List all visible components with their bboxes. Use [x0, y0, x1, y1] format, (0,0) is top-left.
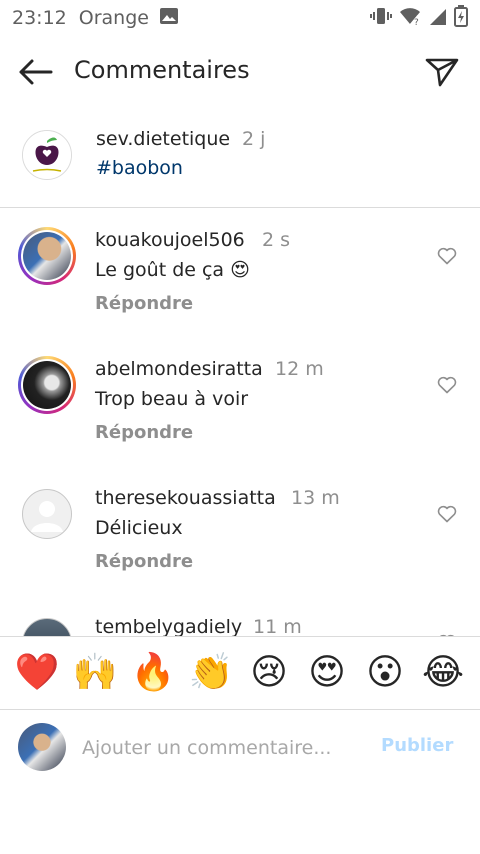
page-title: Commentaires	[74, 56, 250, 84]
status-bar: 23:12 Orange ?	[0, 0, 480, 36]
back-button[interactable]	[14, 52, 56, 92]
avatar[interactable]	[18, 356, 76, 414]
emoji-fire-button[interactable]: 🔥	[128, 655, 178, 691]
caption-time: 2 j	[242, 128, 266, 150]
svg-text:?: ?	[414, 18, 419, 26]
emoji-crying-button[interactable]: 😢	[244, 655, 294, 691]
comment-item: abelmondesiratta 12 m Trop beau à voir R…	[0, 338, 480, 467]
avatar[interactable]	[22, 130, 72, 180]
emoji-heart-eyes-button[interactable]: 😍	[302, 655, 352, 691]
avatar[interactable]	[18, 227, 76, 285]
default-avatar-icon	[31, 501, 63, 532]
comment-input[interactable]	[82, 733, 352, 763]
emoji-heart-button[interactable]: ❤️	[12, 655, 62, 691]
comment-item: tembelygadiely 11 m	[0, 596, 480, 636]
like-button[interactable]	[434, 372, 460, 398]
comments-list: kouakoujoel506 2 s Le goût de ça 😍 Répon…	[0, 209, 480, 636]
comment-text: Le goût de ça 😍	[95, 259, 250, 281]
avatar[interactable]	[22, 489, 72, 539]
status-time: 23:12	[12, 7, 67, 29]
emoji-raising-hands-button[interactable]: 🙌	[70, 655, 120, 691]
emoji-bar: ❤️ 🙌 🔥 👏 😢 😍 😮 😂	[0, 636, 480, 710]
emoji-surprised-button[interactable]: 😮	[360, 655, 410, 691]
battery-icon	[454, 4, 468, 32]
reply-button[interactable]: Répondre	[95, 422, 193, 443]
heart-icon	[437, 247, 457, 265]
avatar	[18, 723, 66, 771]
comment-text: Trop beau à voir	[95, 388, 249, 410]
comment-time: 2 s	[262, 229, 291, 251]
share-button[interactable]	[422, 52, 462, 92]
post-caption: sev.dietetique 2 j #baobon	[0, 110, 480, 208]
header: Commentaires	[0, 36, 480, 108]
wifi-icon: ?	[398, 6, 422, 31]
emoji-laughing-button[interactable]: 😂	[418, 655, 468, 691]
gallery-icon	[159, 7, 179, 30]
comment-username[interactable]: tembelygadiely	[95, 616, 242, 636]
vibrate-icon	[370, 6, 392, 31]
heart-icon	[437, 505, 457, 523]
comment-time: 13 m	[291, 487, 340, 509]
send-icon	[425, 58, 459, 87]
comment-item: theresekouassiatta 13 m Délicieux Répond…	[0, 467, 480, 596]
reply-button[interactable]: Répondre	[95, 293, 193, 314]
emoji-clapping-button[interactable]: 👏	[186, 655, 236, 691]
like-button[interactable]	[434, 501, 460, 527]
avatar[interactable]	[22, 618, 72, 636]
comment-composer: Publier	[0, 711, 480, 781]
comment-username[interactable]: theresekouassiatta	[95, 487, 276, 509]
comment-username[interactable]: abelmondesiratta	[95, 358, 263, 380]
caption-username[interactable]: sev.dietetique	[96, 128, 230, 150]
publish-button[interactable]: Publier	[381, 735, 453, 756]
comment-item: kouakoujoel506 2 s Le goût de ça 😍 Répon…	[0, 209, 480, 338]
status-carrier: Orange	[78, 7, 149, 29]
comment-username[interactable]: kouakoujoel506	[95, 229, 245, 251]
like-button[interactable]	[434, 243, 460, 269]
arrow-left-icon	[19, 59, 53, 85]
comment-time: 11 m	[253, 616, 302, 636]
caption-hashtag[interactable]: #baobon	[96, 157, 183, 179]
comment-text: Délicieux	[95, 517, 183, 539]
heart-icon	[437, 376, 457, 394]
comment-time: 12 m	[275, 358, 324, 380]
reply-button[interactable]: Répondre	[95, 551, 193, 572]
signal-icon	[428, 6, 448, 31]
